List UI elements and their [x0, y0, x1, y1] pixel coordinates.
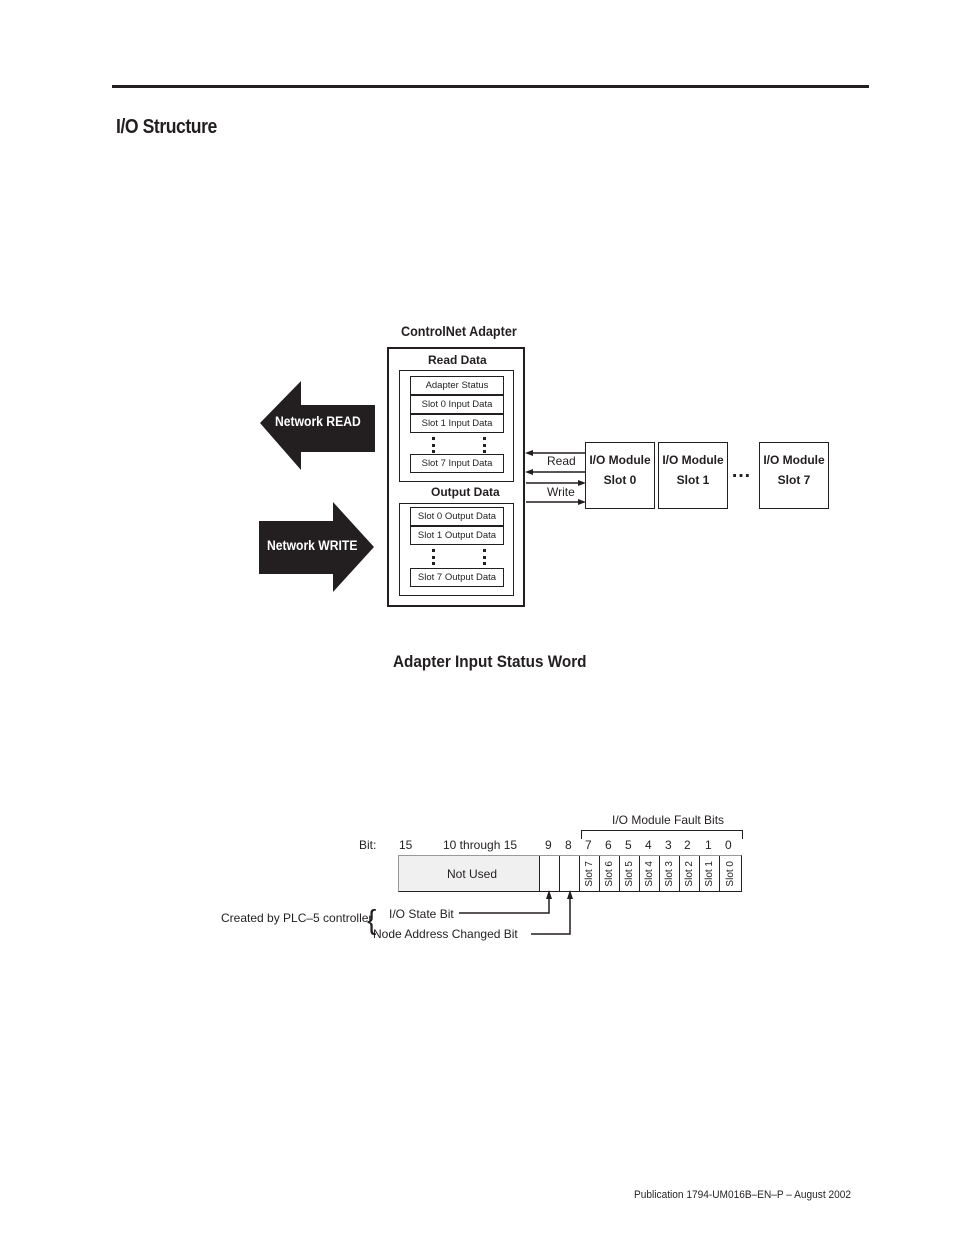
module-label: I/O Module: [589, 453, 651, 467]
read-row: Slot 7 Input Data: [410, 454, 504, 473]
read-data-title: Read Data: [428, 353, 487, 367]
module-slot: Slot 1: [676, 473, 710, 487]
output-data-title: Output Data: [431, 485, 500, 499]
fault-bit-slot-1: Slot 1: [700, 856, 720, 891]
slot-label: Slot 1: [704, 860, 715, 887]
bit-number: 7: [585, 838, 592, 852]
section-title: I/O Structure: [116, 116, 217, 138]
module-label: I/O Module: [763, 453, 825, 467]
bit-number: 3: [665, 838, 672, 852]
network-arrows: [259, 381, 375, 592]
adapter-title: ControlNet Adapter: [401, 323, 517, 339]
slot-label: Slot 6: [604, 860, 615, 887]
slot-label: Slot 4: [644, 860, 655, 887]
node-address-changed-bit-label: Node Address Changed Bit: [373, 927, 518, 941]
read-row: Slot 1 Input Data: [410, 414, 504, 433]
read-row: Adapter Status: [410, 376, 504, 395]
read-row: Slot 0 Input Data: [410, 395, 504, 414]
bit-label: Bit:: [359, 838, 377, 852]
bit-number: 4: [645, 838, 652, 852]
fault-bit-slot-4: Slot 4: [640, 856, 660, 891]
slot-label: Slot 7: [584, 860, 595, 887]
output-row: Slot 1 Output Data: [410, 526, 504, 545]
bit-number: 5: [625, 838, 632, 852]
network-write-label: Network WRITE: [267, 538, 358, 553]
output-row: Slot 0 Output Data: [410, 507, 504, 526]
slot-label: Slot 2: [684, 860, 695, 887]
not-used-label: Not Used: [447, 867, 498, 881]
fault-bit-slot-3: Slot 3: [660, 856, 680, 891]
io-module-slot-7: I/O Module Slot 7: [759, 442, 829, 509]
output-row: Slot 7 Output Data: [410, 568, 504, 587]
created-by-label: Created by PLC–5 controller: [221, 911, 373, 925]
continuation-dots: [483, 437, 489, 453]
network-read-label: Network READ: [275, 414, 361, 429]
bit-8-node-address-changed: [560, 856, 580, 891]
bit-number: 2: [684, 838, 691, 852]
publication-footer: Publication 1794-UM016B–EN–P – August 20…: [634, 1189, 851, 1201]
bit-number: 6: [605, 838, 612, 852]
slot-label: Slot 5: [624, 860, 635, 887]
bit-number: 1: [705, 838, 712, 852]
fault-bit-slot-0: Slot 0: [720, 856, 741, 891]
fault-bit-slot-5: Slot 5: [620, 856, 640, 891]
module-slot: Slot 7: [777, 473, 811, 487]
bit-number: 8: [565, 838, 572, 852]
io-state-bit-label: I/O State Bit: [389, 907, 454, 921]
module-label: I/O Module: [662, 453, 724, 467]
read-label: Read: [547, 454, 576, 468]
modules-ellipsis: …: [731, 460, 752, 482]
fault-bits-label: I/O Module Fault Bits: [612, 813, 725, 827]
bit-9-io-state: [540, 856, 560, 891]
header-rule: [112, 85, 869, 88]
fault-bit-slot-6: Slot 6: [600, 856, 620, 891]
io-module-slot-1: I/O Module Slot 1: [658, 442, 728, 509]
continuation-dots: [432, 437, 438, 453]
bit-range: 10 through 15: [443, 838, 518, 852]
fault-bit-slot-2: Slot 2: [680, 856, 700, 891]
status-word-title: Adapter Input Status Word: [393, 652, 587, 671]
bit-number: 9: [545, 838, 552, 852]
bit-number: 0: [725, 838, 732, 852]
module-slot: Slot 0: [603, 473, 637, 487]
continuation-dots: [432, 549, 438, 565]
slot-label: Slot 3: [664, 860, 675, 887]
write-label: Write: [547, 485, 575, 499]
fault-bit-slot-7: Slot 7: [580, 856, 600, 891]
io-module-slot-0: I/O Module Slot 0: [585, 442, 655, 509]
bit-number: 15: [399, 838, 413, 852]
brace-icon: {: [367, 904, 377, 935]
slot-label: Slot 0: [725, 860, 736, 887]
continuation-dots: [483, 549, 489, 565]
